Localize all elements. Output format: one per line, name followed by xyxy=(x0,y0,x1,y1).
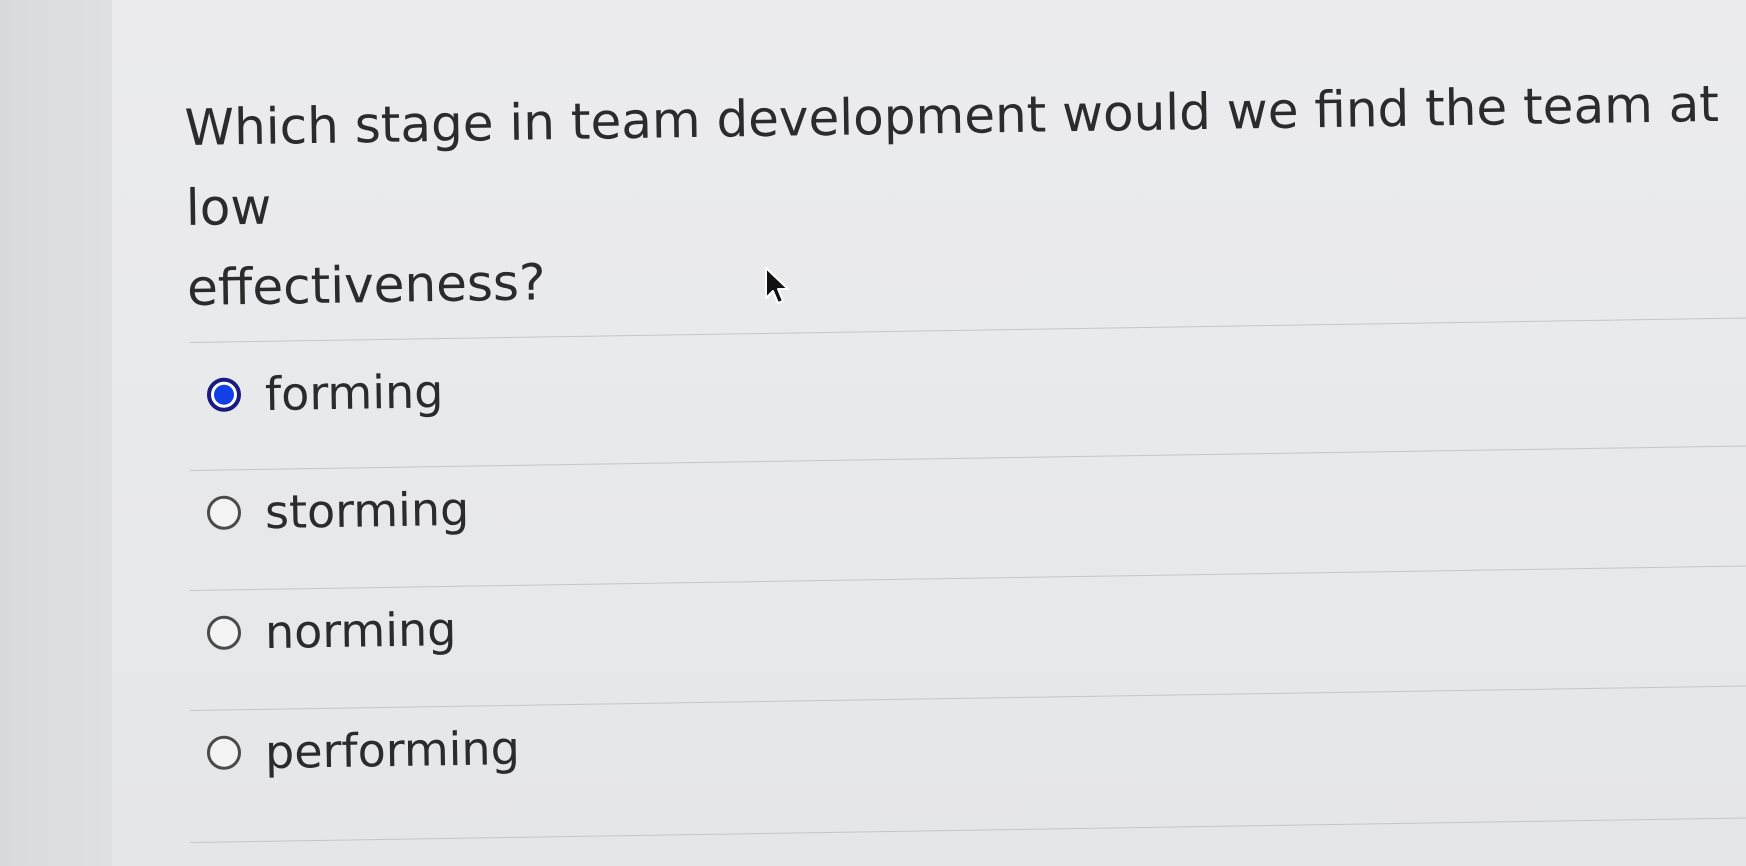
radio-button[interactable] xyxy=(206,495,242,530)
divider xyxy=(189,565,1746,591)
left-margin xyxy=(0,0,113,866)
radio-button[interactable] xyxy=(206,615,242,650)
radio-button-selected[interactable] xyxy=(206,377,242,412)
radio-dot-icon xyxy=(213,384,235,405)
divider xyxy=(189,817,1746,843)
option-label: performing xyxy=(264,721,521,780)
screen: Which stage in team development would we… xyxy=(0,0,1746,866)
divider xyxy=(189,445,1746,471)
option-label: norming xyxy=(264,602,457,660)
option-norming[interactable]: norming xyxy=(206,594,457,668)
question-line-1: Which stage in team development would we… xyxy=(184,74,1720,237)
question-text: Which stage in team development would we… xyxy=(184,64,1738,328)
mouse-pointer-icon xyxy=(765,267,789,304)
option-forming[interactable]: forming xyxy=(206,356,444,430)
radio-button[interactable] xyxy=(206,735,242,770)
divider xyxy=(189,685,1746,711)
option-label: forming xyxy=(264,364,444,422)
option-storming[interactable]: storming xyxy=(206,474,470,548)
option-performing[interactable]: performing xyxy=(206,713,520,788)
question-panel: Which stage in team development would we… xyxy=(112,0,1746,866)
option-label: storming xyxy=(264,481,470,540)
